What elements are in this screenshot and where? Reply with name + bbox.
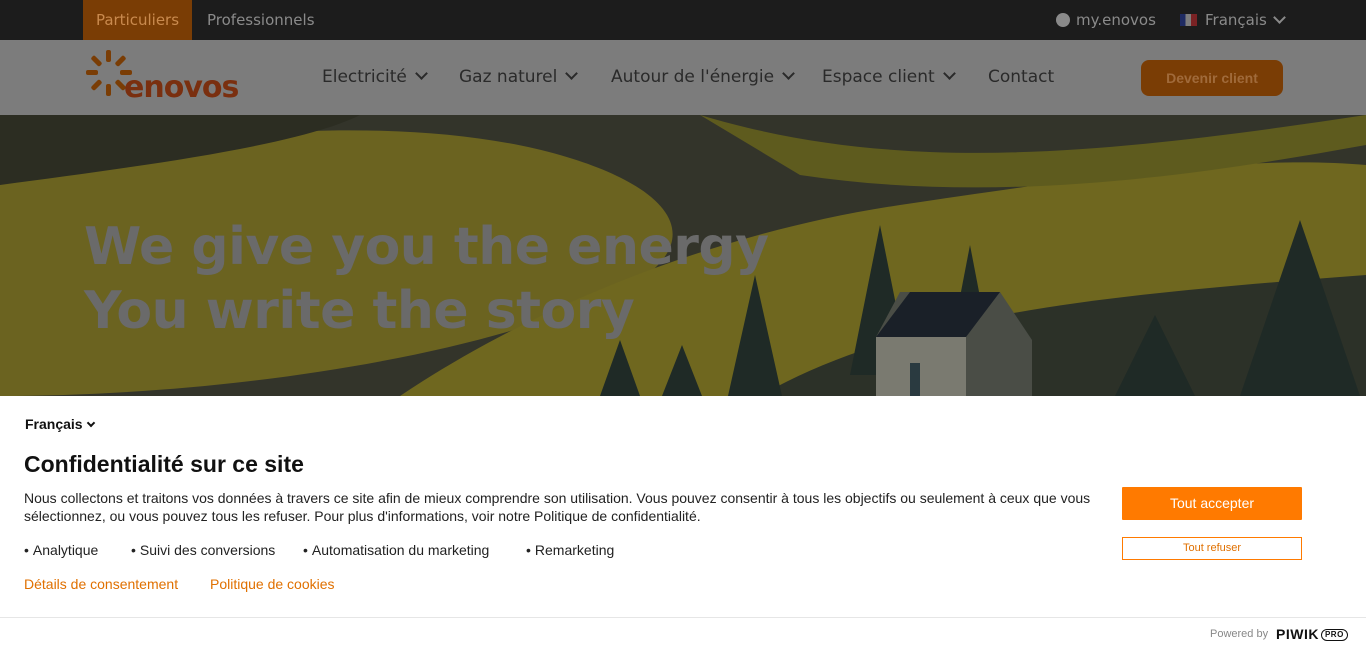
segment-particuliers[interactable]: Particuliers (83, 0, 192, 40)
chevron-down-icon (942, 67, 956, 80)
my-enovos-label: my.enovos (1076, 11, 1156, 29)
cookie-consent-panel: Français Confidentialité sur ce site Nou… (0, 396, 1366, 617)
refuse-all-button[interactable]: Tout refuser (1122, 537, 1302, 560)
france-flag-icon (1180, 14, 1197, 26)
nav-item-electricite[interactable]: Electricité (322, 40, 428, 115)
powered-by-label: Powered by (1210, 628, 1269, 640)
nav-item-contact[interactable]: Contact (988, 40, 1054, 115)
consent-language-selector[interactable]: Français (25, 416, 95, 432)
purpose-automatisation-marketing: Automatisation du marketing (303, 542, 489, 558)
chevron-down-icon (565, 67, 579, 80)
nav-item-label: Contact (988, 67, 1055, 87)
chevron-down-icon (86, 418, 95, 428)
hero-banner: We give you the energy You write the sto… (0, 115, 1366, 396)
consent-details-link[interactable]: Détails de consentement (24, 576, 178, 592)
cookie-policy-link[interactable]: Politique de cookies (210, 576, 335, 592)
logo-wordmark: enovos (124, 70, 239, 105)
my-enovos-link[interactable]: my.enovos (1056, 0, 1156, 40)
language-selector[interactable]: Français (1180, 0, 1286, 40)
piwik-wordmark: PIWIK (1276, 626, 1319, 642)
chevron-down-icon (1272, 11, 1286, 24)
hero-headline-line2: You write the story (84, 281, 635, 341)
nav-item-label: Gaz naturel (459, 67, 558, 87)
purpose-analytique: Analytique (24, 542, 98, 558)
purpose-suivi-conversions: Suivi des conversions (131, 542, 275, 558)
devenir-client-button[interactable]: Devenir client (1141, 60, 1283, 96)
accept-all-button[interactable]: Tout accepter (1122, 487, 1302, 520)
segment-professionnels[interactable]: Professionnels (207, 0, 315, 40)
purpose-remarketing: Remarketing (526, 542, 614, 558)
consent-title: Confidentialité sur ce site (24, 451, 304, 477)
powered-by-footer: Powered by PIWIK PRO (0, 617, 1366, 652)
nav-item-label: Espace client (822, 67, 935, 87)
chevron-down-icon (782, 67, 795, 80)
main-navigation: enovos Electricité Gaz naturel Autour de… (0, 40, 1366, 115)
nav-item-espace-client[interactable]: Espace client (822, 40, 956, 115)
hero-headline-line1: We give you the energy (84, 217, 769, 277)
language-label: Français (1205, 11, 1267, 29)
consent-description: Nous collectons et traitons vos données … (24, 490, 1091, 524)
top-utility-bar: Particuliers Professionnels my.enovos Fr… (0, 0, 1366, 40)
piwik-pro-logo[interactable]: PIWIK PRO (1276, 626, 1348, 642)
enovos-logo[interactable]: enovos (84, 46, 239, 110)
nav-item-gaz-naturel[interactable]: Gaz naturel (459, 40, 579, 115)
nav-item-autour-energie[interactable]: Autour de l'énergie (611, 40, 795, 115)
pro-badge: PRO (1320, 629, 1348, 641)
chevron-down-icon (414, 67, 428, 80)
consent-language-label: Français (25, 416, 83, 432)
nav-item-label: Autour de l'énergie (611, 67, 775, 87)
user-icon (1056, 13, 1070, 27)
nav-item-label: Electricité (322, 67, 407, 87)
